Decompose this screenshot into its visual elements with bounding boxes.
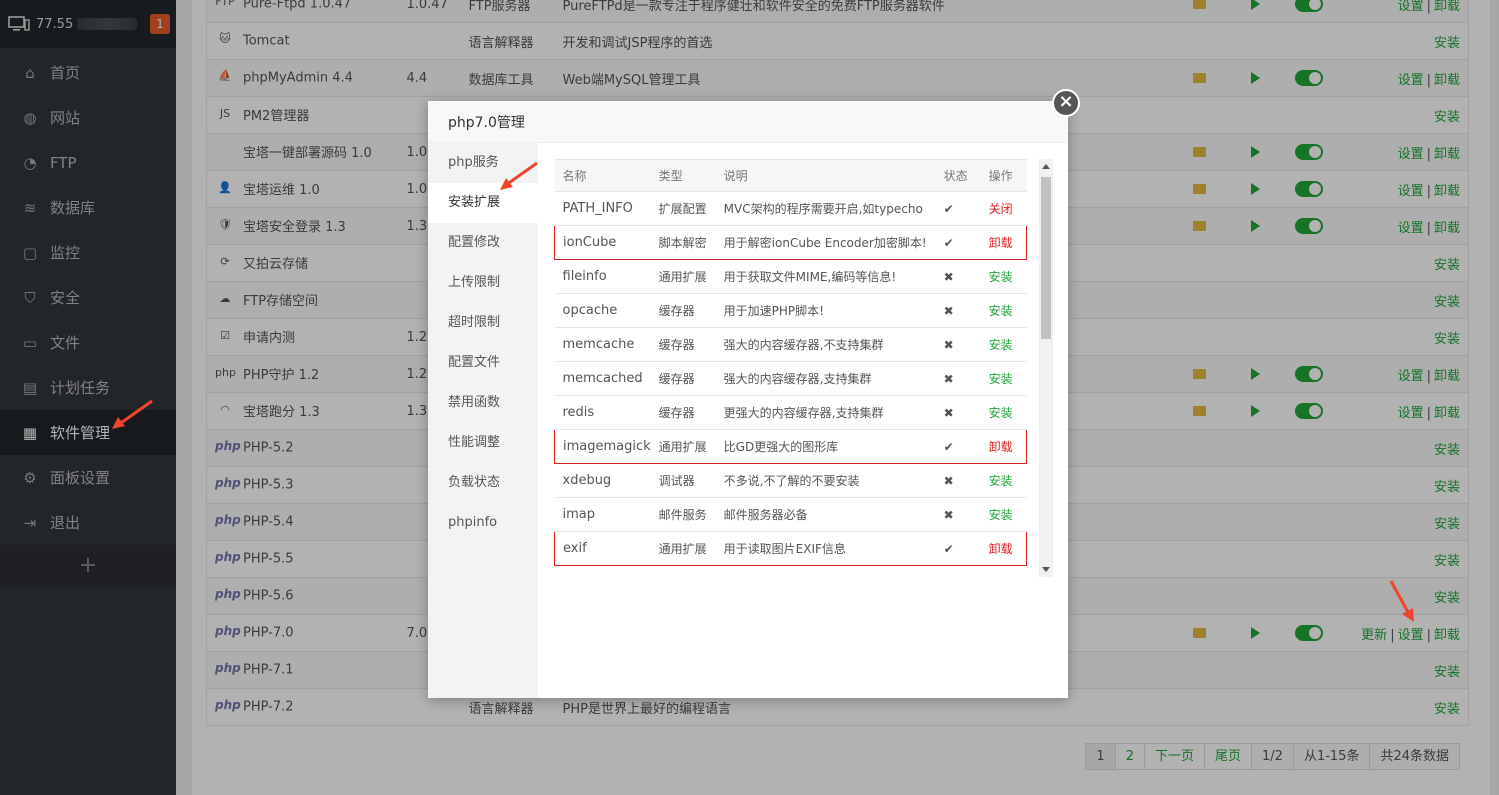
extension-row: exif 通用扩展 用于读取图片EXIF信息 ✔ 卸载 [553,531,1027,566]
ext-op-link[interactable]: 安装 [989,270,1013,284]
arrow-annotation-software [112,399,153,429]
col-type: 类型 [650,159,716,192]
extension-row: xdebug 调试器 不多说,不了解的不要安装 ✖ 安装 [554,463,1027,498]
menu-disabled-funcs[interactable]: 禁用函数 [428,383,538,423]
ext-type: 缓存器 [650,395,716,430]
menu-config-file[interactable]: 配置文件 [428,343,538,383]
ext-status-icon: ✖ [935,327,981,362]
ext-status-icon: ✖ [935,259,981,294]
ext-type: 缓存器 [650,293,716,328]
modal-side-menu: php服务 安装扩展 配置修改 上传限制 超时限制 配置文件 禁用函数 性能调整… [428,143,538,698]
col-op: 操作 [980,159,1027,192]
modal-title: php7.0管理 [428,101,1068,143]
ext-status-icon: ✔ [935,429,981,464]
ext-name: xdebug [554,463,651,498]
menu-phpinfo[interactable]: phpinfo [428,503,538,543]
menu-config-edit[interactable]: 配置修改 [428,223,538,263]
ext-desc: 更强大的内容缓存器,支持集群 [715,395,936,430]
ext-desc: 比GD更强大的图形库 [715,429,936,464]
extension-row: imap 邮件服务 邮件服务器必备 ✖ 安装 [554,497,1027,532]
ext-desc: 强大的内容缓存器,支持集群 [715,361,936,396]
extension-row: opcache 缓存器 用于加速PHP脚本! ✖ 安装 [554,293,1027,328]
ext-op-link[interactable]: 关闭 [989,202,1013,216]
ext-op-link[interactable]: 卸载 [989,542,1013,556]
scroll-up-icon[interactable] [1042,164,1050,169]
ext-desc: MVC架构的程序需要开启,如typecho [715,191,936,226]
extension-list[interactable]: 名称 类型 说明 状态 操作 PATH_INFO 扩展配置 MVC架构的程序需要开启… [553,159,1053,577]
menu-timeout-limit[interactable]: 超时限制 [428,303,538,343]
ext-status-icon: ✔ [935,531,981,566]
extension-row: memcache 缓存器 强大的内容缓存器,不支持集群 ✖ 安装 [554,327,1027,362]
ext-type: 通用扩展 [650,259,716,294]
ext-name: imap [554,497,651,532]
ext-desc: 强大的内容缓存器,不支持集群 [715,327,936,362]
scroll-thumb[interactable] [1041,177,1051,339]
scroll-down-icon[interactable] [1042,567,1050,572]
ext-desc: 用于读取图片EXIF信息 [715,531,936,566]
ext-name: redis [554,395,651,430]
ext-name: memcached [554,361,651,396]
extension-table: 名称 类型 说明 状态 操作 PATH_INFO 扩展配置 MVC架构的程序需要开启… [553,159,1027,566]
modal-content: 名称 类型 说明 状态 操作 PATH_INFO 扩展配置 MVC架构的程序需要开启… [538,143,1068,698]
ext-desc: 用于解密ionCube Encoder加密脚本! [715,225,936,260]
ext-status-icon: ✖ [935,497,981,532]
ext-desc: 用于加速PHP脚本! [715,293,936,328]
modal-close-button[interactable]: × [1052,89,1080,117]
ext-name: imagemagick [553,429,651,464]
menu-performance[interactable]: 性能调整 [428,423,538,463]
ext-op-link[interactable]: 安装 [989,338,1013,352]
ext-status-icon: ✖ [935,463,981,498]
ext-name: opcache [554,293,651,328]
col-desc: 说明 [715,159,936,192]
col-status: 状态 [935,159,981,192]
extension-row: redis 缓存器 更强大的内容缓存器,支持集群 ✖ 安装 [554,395,1027,430]
ext-type: 通用扩展 [650,429,716,464]
ext-status-icon: ✖ [935,293,981,328]
ext-status-icon: ✔ [935,191,981,226]
menu-load-status[interactable]: 负载状态 [428,463,538,503]
ext-type: 调试器 [650,463,716,498]
extension-row: PATH_INFO 扩展配置 MVC架构的程序需要开启,如typecho ✔ 关闭 [554,191,1027,226]
ext-type: 扩展配置 [650,191,716,226]
ext-name: memcache [554,327,651,362]
extension-row: fileinfo 通用扩展 用于获取文件MIME,编码等信息! ✖ 安装 [554,259,1027,294]
ext-desc: 邮件服务器必备 [715,497,936,532]
ext-type: 通用扩展 [650,531,716,566]
ext-type: 邮件服务 [650,497,716,532]
col-name: 名称 [554,159,651,192]
ext-op-link[interactable]: 安装 [989,372,1013,386]
ext-op-link[interactable]: 安装 [989,474,1013,488]
ext-type: 缓存器 [650,327,716,362]
ext-name: fileinfo [554,259,651,294]
ext-op-link[interactable]: 安装 [989,304,1013,318]
extension-row: memcached 缓存器 强大的内容缓存器,支持集群 ✖ 安装 [554,361,1027,396]
ext-status-icon: ✖ [935,395,981,430]
arrow-annotation-settings [1389,580,1414,622]
ext-op-link[interactable]: 卸载 [989,440,1013,454]
scrollbar[interactable] [1039,159,1053,577]
menu-upload-limit[interactable]: 上传限制 [428,263,538,303]
ext-desc: 不多说,不了解的不要安装 [715,463,936,498]
ext-op-link[interactable]: 安装 [989,406,1013,420]
extension-row: imagemagick 通用扩展 比GD更强大的图形库 ✔ 卸载 [553,429,1027,464]
ext-name: PATH_INFO [554,191,651,226]
arrow-annotation-ext [500,161,538,190]
ext-type: 脚本解密 [650,225,716,260]
ext-name: ionCube [553,225,651,260]
ext-op-link[interactable]: 安装 [989,508,1013,522]
ext-op-link[interactable]: 卸载 [989,236,1013,250]
ext-type: 缓存器 [650,361,716,396]
ext-name: exif [553,531,651,566]
ext-status-icon: ✔ [935,225,981,260]
ext-status-icon: ✖ [935,361,981,396]
extension-row: ionCube 脚本解密 用于解密ionCube Encoder加密脚本! ✔ 卸载 [553,225,1027,260]
ext-desc: 用于获取文件MIME,编码等信息! [715,259,936,294]
